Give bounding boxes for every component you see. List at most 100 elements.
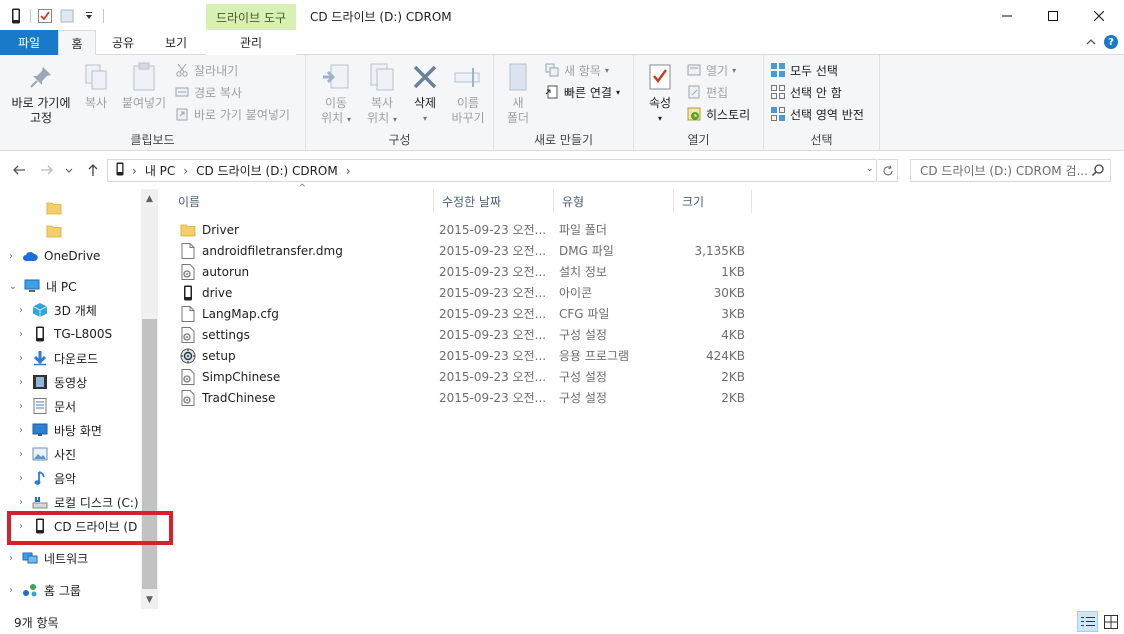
- nav-item-다운로드[interactable]: › 다운로드: [0, 347, 142, 369]
- delete-button[interactable]: 삭제 ▾: [406, 61, 444, 126]
- tab-home[interactable]: 홈: [58, 30, 96, 56]
- file-row[interactable]: drive 2015-09-23 오전... 아이콘 30KB: [170, 282, 750, 303]
- breadcrumb-separator-icon[interactable]: ›: [183, 164, 188, 178]
- chevron-right-icon[interactable]: ›: [14, 473, 28, 484]
- forward-button[interactable]: [38, 161, 56, 179]
- nav-item-pinned-folder-0[interactable]: [0, 197, 142, 219]
- file-row[interactable]: settings 2015-09-23 오전... 구성 설정 4KB: [170, 324, 750, 345]
- nav-item-tg-l800s[interactable]: › TG-L800S: [0, 323, 142, 345]
- chevron-right-icon[interactable]: ›: [14, 377, 28, 388]
- pin-quick-access-button[interactable]: 바로 가기에 고정: [6, 61, 76, 126]
- column-header-size[interactable]: 크기: [674, 189, 752, 213]
- new-folder-button[interactable]: 새 폴더: [502, 61, 534, 126]
- file-row[interactable]: setup 2015-09-23 오전... 응용 프로그램 424KB: [170, 345, 750, 366]
- nav-item-네트워크[interactable]: › 네트워크: [0, 547, 142, 569]
- breadcrumb-this-pc[interactable]: 내 PC: [145, 162, 175, 179]
- file-row[interactable]: androidfiletransfer.dmg 2015-09-23 오전... D…: [170, 240, 750, 261]
- nav-item-홈-그룹[interactable]: › 홈 그룹: [0, 579, 142, 601]
- file-type: 구성 설정: [559, 391, 607, 405]
- collapse-ribbon-icon[interactable]: [1086, 36, 1096, 50]
- breadcrumb-cd-drive[interactable]: CD 드라이브 (D:) CDROM: [196, 162, 338, 179]
- back-button[interactable]: [10, 161, 28, 179]
- column-date-label: 수정한 날짜: [442, 194, 502, 209]
- chevron-right-icon[interactable]: ›: [14, 401, 28, 412]
- copy-to-button[interactable]: 복사 위치 ▾: [360, 61, 404, 127]
- nav-pane-scrollbar[interactable]: ▲ ▼: [141, 189, 158, 609]
- nav-item-동영상[interactable]: › 동영상: [0, 371, 142, 393]
- customize-qat-icon[interactable]: [81, 8, 97, 24]
- breadcrumb-separator-icon[interactable]: ›: [132, 164, 137, 178]
- address-history-dropdown-icon[interactable]: ⌄: [866, 164, 874, 174]
- breadcrumb-separator-icon[interactable]: ›: [346, 164, 351, 178]
- chevron-right-icon[interactable]: ›: [14, 425, 28, 436]
- nav-item-label: 내 PC: [46, 279, 77, 294]
- tab-file[interactable]: 파일: [0, 30, 58, 55]
- invert-selection-button[interactable]: 선택 영역 반전: [770, 104, 864, 124]
- file-row[interactable]: autorun 2015-09-23 오전... 설치 정보 1KB: [170, 261, 750, 282]
- close-button[interactable]: [1076, 0, 1122, 32]
- tab-manage[interactable]: 관리: [206, 30, 296, 55]
- large-icons-view-button[interactable]: [1100, 611, 1121, 632]
- file-row[interactable]: Driver 2015-09-23 오전... 파일 폴더: [170, 219, 750, 240]
- chevron-down-icon[interactable]: ⌄: [6, 281, 20, 292]
- select-all-button[interactable]: 모두 선택: [770, 60, 838, 80]
- copy-button[interactable]: 복사: [78, 61, 114, 111]
- nav-item-3d-개체[interactable]: › 3D 개체: [0, 299, 142, 321]
- help-icon[interactable]: ?: [1104, 35, 1118, 49]
- nav-item-로컬-디스크-c-[interactable]: › 로컬 디스크 (C:): [0, 491, 142, 513]
- nav-item-문서[interactable]: › 문서: [0, 395, 142, 417]
- scroll-down-icon[interactable]: ▼: [141, 592, 158, 608]
- nav-item-바탕-화면[interactable]: › 바탕 화면: [0, 419, 142, 441]
- computer-icon: [24, 278, 40, 294]
- move-to-button[interactable]: 이동 위치 ▾: [314, 61, 358, 127]
- file-row[interactable]: TradChinese 2015-09-23 오전... 구성 설정 2KB: [170, 387, 750, 408]
- nav-item-pinned-folder-1[interactable]: [0, 220, 142, 242]
- paste-shortcut-button[interactable]: 바로 가기 붙여넣기: [174, 104, 290, 124]
- new-folder-icon[interactable]: [59, 8, 75, 24]
- tab-share[interactable]: 공유: [100, 30, 146, 55]
- refresh-button[interactable]: [878, 159, 898, 182]
- minimize-button[interactable]: [984, 0, 1030, 32]
- properties-icon[interactable]: [37, 8, 53, 24]
- chevron-right-icon[interactable]: ›: [14, 497, 28, 508]
- file-date: 2015-09-23 오전...: [439, 391, 547, 405]
- edit-button[interactable]: 편집: [686, 82, 728, 102]
- rename-button[interactable]: 이름 바꾸기: [446, 61, 490, 126]
- open-button[interactable]: 열기 ▾: [686, 60, 736, 80]
- up-button[interactable]: [84, 161, 102, 179]
- column-header-name[interactable]: 이름: [170, 189, 434, 213]
- cut-button[interactable]: 잘라내기: [174, 60, 238, 80]
- chevron-right-icon[interactable]: ›: [14, 329, 28, 340]
- recent-locations-button[interactable]: [60, 161, 78, 179]
- easy-access-button[interactable]: 빠른 연결 ▾: [544, 82, 620, 102]
- nav-item-onedrive[interactable]: › OneDrive: [0, 245, 142, 267]
- nav-item-내-pc[interactable]: ⌄ 내 PC: [0, 275, 142, 297]
- copy-path-button[interactable]: 경로 복사: [174, 82, 242, 102]
- select-none-icon: [770, 84, 786, 100]
- new-item-button[interactable]: 새 항목 ▾: [544, 60, 609, 80]
- chevron-right-icon[interactable]: ›: [14, 353, 28, 364]
- scroll-up-icon[interactable]: ▲: [141, 191, 158, 207]
- maximize-button[interactable]: [1030, 0, 1076, 32]
- address-bar[interactable]: › 내 PC › CD 드라이브 (D:) CDROM ›: [107, 159, 877, 182]
- tab-view[interactable]: 보기: [152, 30, 200, 55]
- file-row[interactable]: LangMap.cfg 2015-09-23 오전... CFG 파일 3KB: [170, 303, 750, 324]
- paste-button[interactable]: 붙여넣기: [118, 61, 170, 111]
- chevron-right-icon[interactable]: ›: [4, 585, 18, 596]
- history-button[interactable]: 히스토리: [686, 104, 750, 124]
- column-header-date[interactable]: 수정한 날짜: [434, 189, 554, 213]
- properties-button[interactable]: 속성 ▾: [642, 61, 678, 126]
- nav-item-음악[interactable]: › 음악: [0, 467, 142, 489]
- details-view-button[interactable]: [1077, 611, 1098, 632]
- nav-item-사진[interactable]: › 사진: [0, 443, 142, 465]
- chevron-right-icon[interactable]: ›: [4, 553, 18, 564]
- chevron-right-icon[interactable]: ›: [14, 305, 28, 316]
- column-header-type[interactable]: 유형: [554, 189, 674, 213]
- file-row[interactable]: SimpChinese 2015-09-23 오전... 구성 설정 2KB: [170, 366, 750, 387]
- search-input[interactable]: CD 드라이브 (D:) CDROM 검...: [910, 159, 1111, 182]
- select-none-button[interactable]: 선택 안 함: [770, 82, 842, 102]
- nav-pane-scroll-thumb[interactable]: [142, 319, 157, 589]
- chevron-right-icon[interactable]: ›: [14, 449, 28, 460]
- chevron-right-icon[interactable]: ›: [4, 251, 18, 262]
- cd-drive-icon[interactable]: [8, 8, 24, 24]
